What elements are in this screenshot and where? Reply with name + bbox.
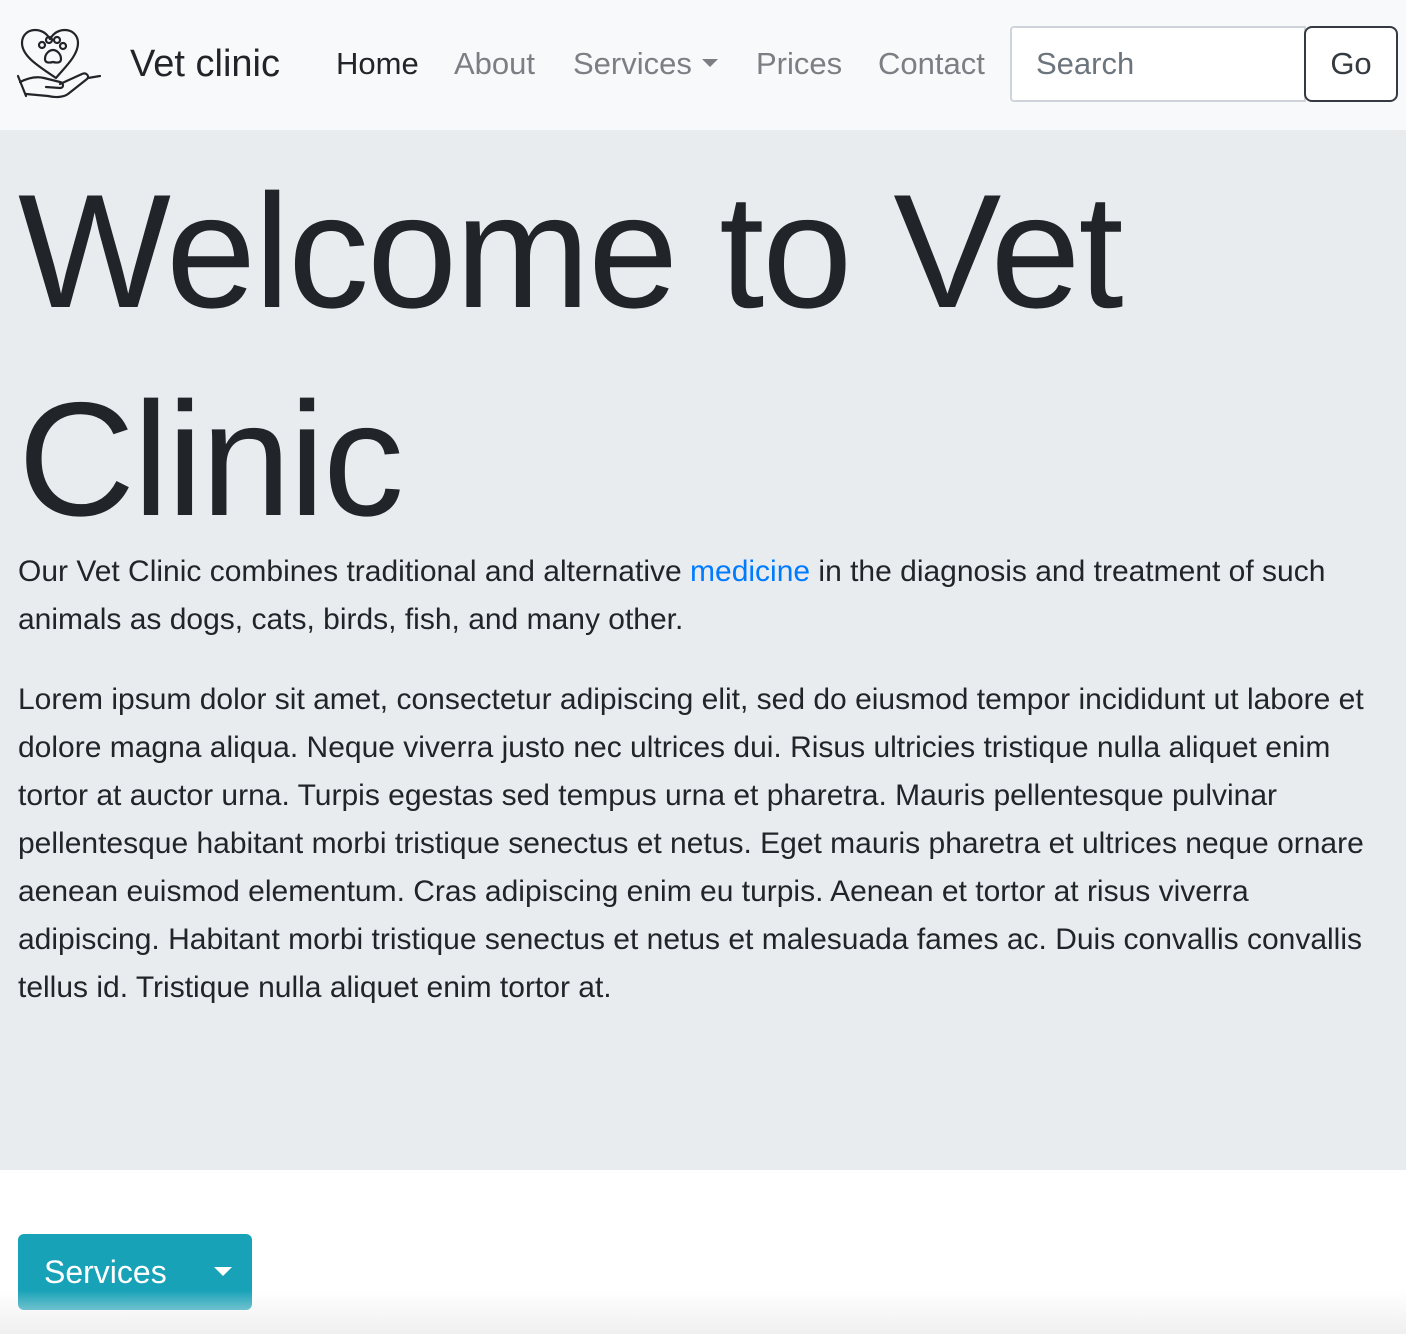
lorem-paragraph: Lorem ipsum dolor sit amet, consectetur … bbox=[18, 683, 1364, 1004]
paw-heart-hand-icon[interactable] bbox=[16, 26, 102, 102]
intro-paragraph: Our Vet Clinic combines traditional and … bbox=[18, 548, 1396, 644]
search-input[interactable] bbox=[1010, 26, 1306, 102]
hero-jumbotron: Welcome to Vet Clinic Our Vet Clinic com… bbox=[0, 130, 1406, 1170]
medicine-link[interactable]: medicine bbox=[690, 555, 810, 588]
hero-title: Welcome to Vet Clinic bbox=[18, 161, 1124, 550]
go-button[interactable]: Go bbox=[1304, 26, 1398, 102]
brand-name[interactable]: Vet clinic bbox=[130, 40, 280, 88]
nav-link-prices[interactable]: Prices bbox=[756, 42, 842, 86]
intro-text-start: Our Vet Clinic combines traditional and … bbox=[18, 555, 691, 588]
services-dropdown-label: Services bbox=[44, 1254, 167, 1290]
nav-link-home[interactable]: Home bbox=[336, 42, 419, 86]
caret-down-icon bbox=[701, 58, 718, 67]
caret-down-icon bbox=[214, 1267, 232, 1276]
nav-dropdown-services-label: Services bbox=[573, 46, 692, 81]
nav-link-about[interactable]: About bbox=[454, 42, 535, 86]
services-dropdown-button[interactable]: Services bbox=[18, 1234, 252, 1310]
navbar: Vet clinic Home About Services Prices Co… bbox=[0, 0, 1406, 130]
nav-dropdown-services[interactable]: Services bbox=[573, 42, 718, 86]
nav-link-contact[interactable]: Contact bbox=[878, 42, 985, 86]
